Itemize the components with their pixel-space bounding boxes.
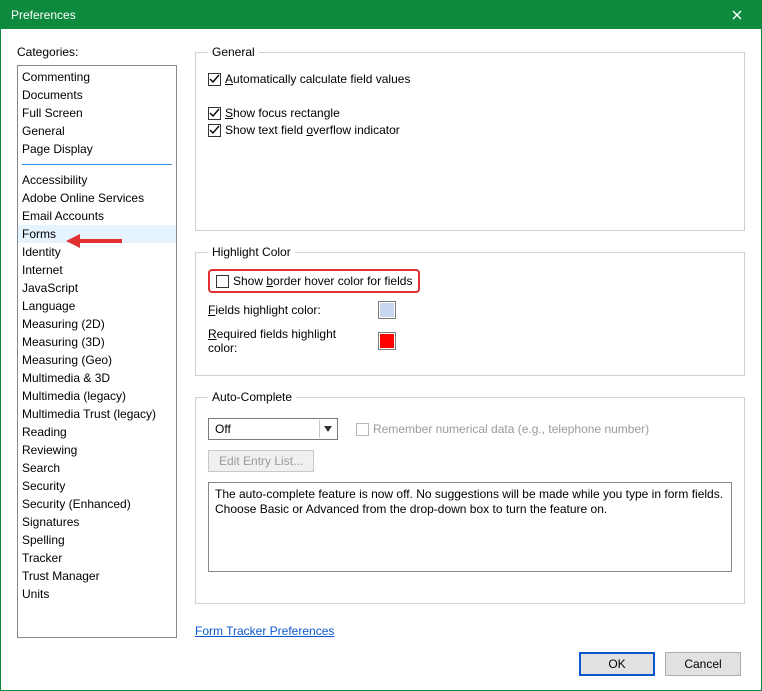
auto-complete-description: The auto-complete feature is now off. No… <box>208 482 732 572</box>
required-highlight-label: Required fields highlight color: <box>208 327 368 355</box>
category-item[interactable]: Full Screen <box>18 104 176 122</box>
category-item[interactable]: Multimedia & 3D <box>18 369 176 387</box>
category-item[interactable]: Documents <box>18 86 176 104</box>
category-item[interactable]: Email Accounts <box>18 207 176 225</box>
preferences-dialog: Preferences Categories: CommentingDocume… <box>0 0 762 691</box>
fields-highlight-label: Fields highlight color: <box>208 303 368 317</box>
category-item[interactable]: JavaScript <box>18 279 176 297</box>
window-title: Preferences <box>11 8 76 22</box>
settings-panel: General Automatically calculate field va… <box>195 45 745 638</box>
category-item[interactable]: Signatures <box>18 513 176 531</box>
category-item[interactable]: Security <box>18 477 176 495</box>
categories-list[interactable]: CommentingDocumentsFull ScreenGeneralPag… <box>17 65 177 638</box>
general-group: General Automatically calculate field va… <box>195 45 745 231</box>
category-item[interactable]: Page Display <box>18 140 176 158</box>
category-item[interactable]: Tracker <box>18 549 176 567</box>
close-button[interactable] <box>721 1 753 29</box>
category-item[interactable]: Forms <box>18 225 176 243</box>
category-item[interactable]: Search <box>18 459 176 477</box>
cancel-button[interactable]: Cancel <box>665 652 741 676</box>
remember-label: Remember numerical data (e.g., telephone… <box>373 422 649 436</box>
highlight-color-group: Highlight Color Show border hover color … <box>195 245 745 376</box>
auto-calc-label: Automatically calculate field values <box>225 72 410 86</box>
ok-button[interactable]: OK <box>579 652 655 676</box>
auto-complete-value: Off <box>215 422 231 436</box>
show-border-hover-checkbox[interactable]: Show border hover color for fields <box>208 269 420 293</box>
category-item[interactable]: Adobe Online Services <box>18 189 176 207</box>
focus-rect-checkbox[interactable]: Show focus rectangle <box>208 106 732 120</box>
auto-complete-dropdown[interactable]: Off <box>208 418 338 440</box>
category-item[interactable]: Multimedia (legacy) <box>18 387 176 405</box>
required-highlight-swatch[interactable] <box>378 332 396 350</box>
checkbox-icon <box>208 107 221 120</box>
dialog-buttons: OK Cancel <box>17 638 745 680</box>
category-item[interactable]: Security (Enhanced) <box>18 495 176 513</box>
category-item[interactable]: Reading <box>18 423 176 441</box>
category-item[interactable]: Commenting <box>18 68 176 86</box>
dialog-body: Categories: CommentingDocumentsFull Scre… <box>1 29 761 690</box>
fields-highlight-swatch[interactable] <box>378 301 396 319</box>
category-item[interactable]: Units <box>18 585 176 603</box>
category-item[interactable]: Spelling <box>18 531 176 549</box>
show-border-label: Show border hover color for fields <box>233 274 412 288</box>
overflow-checkbox[interactable]: Show text field overflow indicator <box>208 123 732 137</box>
category-item[interactable]: Multimedia Trust (legacy) <box>18 405 176 423</box>
categories-panel: Categories: CommentingDocumentsFull Scre… <box>17 45 177 638</box>
category-item[interactable]: Measuring (2D) <box>18 315 176 333</box>
chevron-down-icon <box>319 420 335 438</box>
titlebar: Preferences <box>1 1 761 29</box>
focus-rect-label: Show focus rectangle <box>225 106 340 120</box>
category-item[interactable]: Identity <box>18 243 176 261</box>
checkbox-icon <box>208 73 221 86</box>
category-item[interactable]: Trust Manager <box>18 567 176 585</box>
checkbox-icon <box>216 275 229 288</box>
auto-calc-checkbox[interactable]: Automatically calculate field values <box>208 72 732 86</box>
overflow-label: Show text field overflow indicator <box>225 123 400 137</box>
category-divider <box>22 164 172 165</box>
checkbox-icon <box>208 124 221 137</box>
auto-complete-legend: Auto-Complete <box>208 390 296 404</box>
category-item[interactable]: Accessibility <box>18 171 176 189</box>
category-item[interactable]: Measuring (3D) <box>18 333 176 351</box>
form-tracker-link[interactable]: Form Tracker Preferences <box>195 624 745 638</box>
category-item[interactable]: Internet <box>18 261 176 279</box>
category-item[interactable]: General <box>18 122 176 140</box>
highlight-legend: Highlight Color <box>208 245 295 259</box>
category-item[interactable]: Language <box>18 297 176 315</box>
category-item[interactable]: Measuring (Geo) <box>18 351 176 369</box>
categories-label: Categories: <box>17 45 177 59</box>
checkbox-icon <box>356 423 369 436</box>
edit-entry-list-button: Edit Entry List... <box>208 450 314 472</box>
general-legend: General <box>208 45 259 59</box>
close-icon <box>732 10 742 20</box>
remember-numerical-checkbox: Remember numerical data (e.g., telephone… <box>356 422 649 436</box>
auto-complete-group: Auto-Complete Off Remember numerical dat… <box>195 390 745 604</box>
category-item[interactable]: Reviewing <box>18 441 176 459</box>
